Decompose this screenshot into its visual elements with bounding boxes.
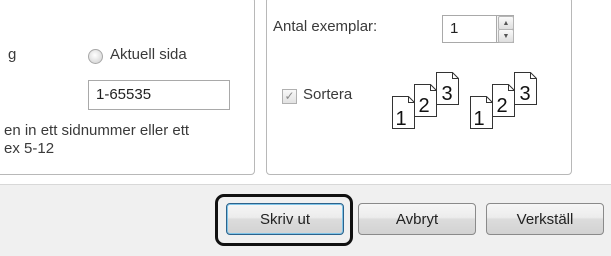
- current-page-label[interactable]: Aktuell sida: [110, 46, 187, 63]
- spin-up-arrow-icon[interactable]: ▲: [498, 16, 514, 30]
- collated-pages-icon: 1 2 3: [392, 72, 459, 130]
- uncollated-page-3: 3: [519, 83, 530, 105]
- footer-separator: [0, 184, 611, 185]
- apply-button[interactable]: Verkställ: [486, 203, 604, 235]
- page-range-partial-label: g: [8, 46, 17, 63]
- collated-page-1: 1: [395, 108, 406, 130]
- cancel-button[interactable]: Avbryt: [358, 203, 476, 235]
- collated-page-3: 3: [441, 83, 452, 105]
- collate-checkbox[interactable]: ✓: [282, 89, 297, 104]
- current-page-radio[interactable]: [88, 49, 103, 64]
- print-button[interactable]: Skriv ut: [226, 203, 344, 235]
- copies-input[interactable]: 1: [442, 15, 498, 43]
- page-range-hint-line1: en in ett sidnummer eller ett: [4, 122, 190, 139]
- copies-spinner[interactable]: ▲ ▼: [496, 15, 514, 43]
- uncollated-pages-icon: 1 2 3: [470, 72, 537, 130]
- spin-down-arrow-icon[interactable]: ▼: [498, 29, 514, 43]
- uncollated-page-1: 1: [473, 108, 484, 130]
- collated-page-2: 2: [418, 95, 429, 117]
- pages-input[interactable]: 1-65535: [88, 80, 230, 110]
- uncollated-page-2: 2: [496, 95, 507, 117]
- collate-label[interactable]: Sortera: [303, 86, 352, 103]
- copies-label: Antal exemplar:: [273, 18, 378, 35]
- page-range-hint-line2: ex 5-12: [4, 140, 55, 157]
- print-options-panel: g Aktuell sida 1-65535 en in ett sidnumm…: [0, 0, 611, 184]
